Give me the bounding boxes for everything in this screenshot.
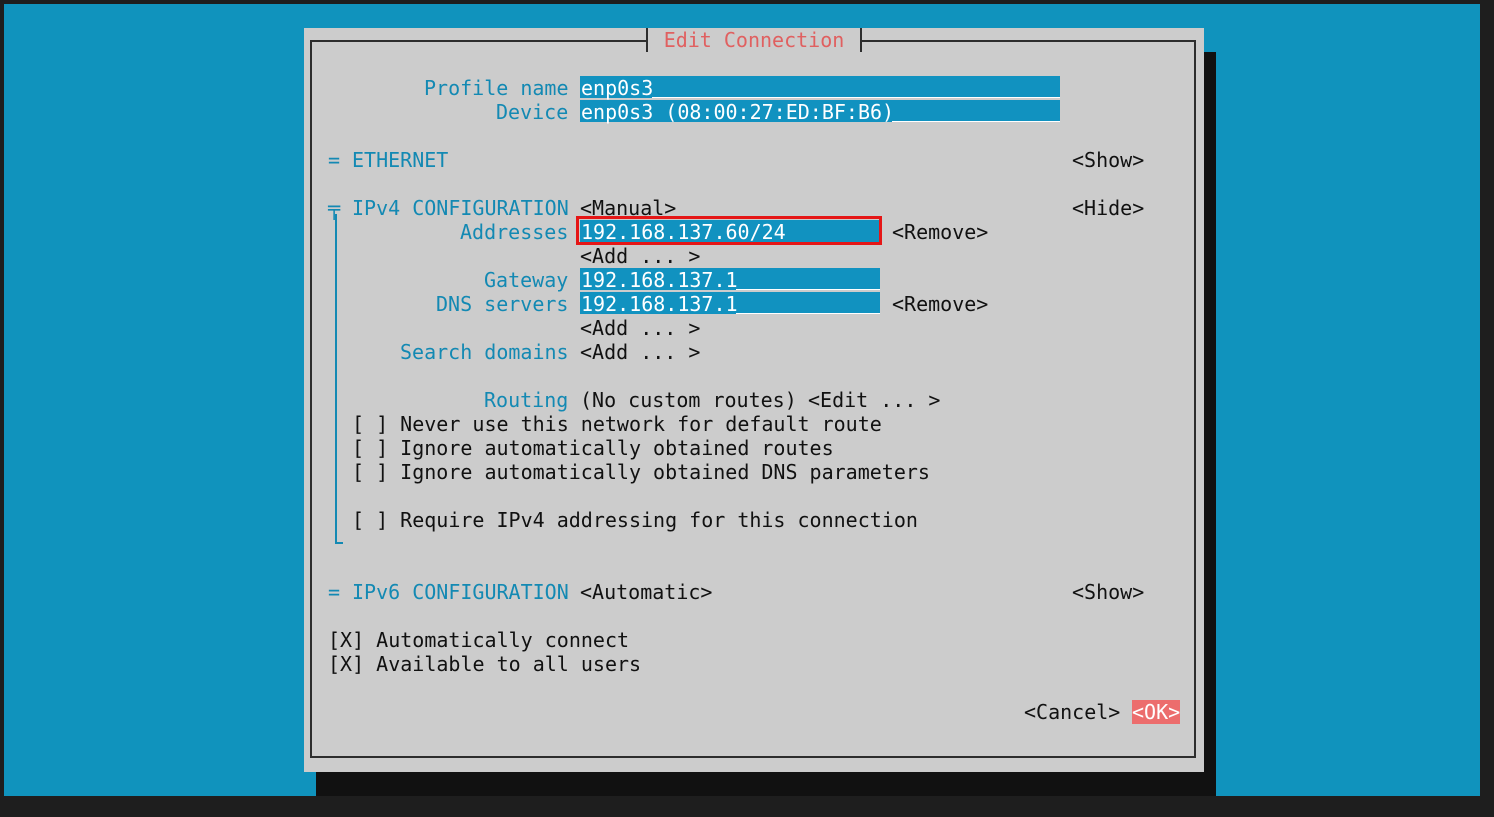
device-underline — [892, 121, 1060, 122]
gateway-input[interactable]: 192.168.137.1 — [580, 268, 880, 292]
all-users-checkbox[interactable]: [X] Available to all users — [328, 652, 641, 676]
ipv4-hide-button[interactable]: <Hide> — [1072, 196, 1144, 220]
device-input[interactable]: enp0s3 (08:00:27:ED:BF:B6) — [580, 100, 1060, 124]
gateway-underline — [736, 289, 880, 290]
ok-button[interactable]: <OK> — [1132, 700, 1180, 724]
routing-value: (No custom routes) — [580, 388, 797, 412]
device-label: Device — [496, 100, 569, 124]
routing-label: Routing — [484, 388, 569, 412]
ipv6-mode-button[interactable]: <Automatic> — [580, 580, 712, 604]
address-remove-button[interactable]: <Remove> — [892, 220, 988, 244]
ethernet-section-label: ETHERNET — [352, 148, 449, 172]
search-domains-label: Search domains — [400, 340, 569, 364]
profile-name-label: Profile name — [424, 76, 569, 100]
address-add-button[interactable]: <Add ... > — [580, 244, 700, 268]
profile-name-input[interactable]: enp0s3 — [580, 76, 1060, 100]
ipv6-section-label: IPv6 CONFIGURATION — [352, 580, 569, 604]
ignore-dns-checkbox[interactable]: [ ] Ignore automatically obtained DNS pa… — [352, 460, 930, 484]
dns-add-button[interactable]: <Add ... > — [580, 316, 700, 340]
dns-underline — [736, 313, 880, 314]
search-domains-add-button[interactable]: <Add ... > — [580, 340, 700, 364]
ethernet-show-button[interactable]: <Show> — [1072, 148, 1144, 172]
ignore-routes-checkbox[interactable]: [ ] Ignore automatically obtained routes — [352, 436, 834, 460]
ipv4-section-label: IPv4 CONFIGURATION — [352, 196, 569, 220]
dns-server-input[interactable]: 192.168.137.1 — [580, 292, 880, 316]
dialog-shadow-bottom — [316, 772, 1216, 796]
auto-connect-checkbox[interactable]: [X] Automatically connect — [328, 628, 629, 652]
dns-servers-label: DNS servers — [436, 292, 569, 316]
dialog-title: Edit Connection — [646, 28, 862, 52]
address-highlight-box — [576, 216, 882, 245]
ethernet-marker: = — [328, 148, 341, 172]
ipv6-marker: = — [328, 580, 341, 604]
dialog-shadow-right — [1204, 52, 1216, 796]
addresses-label: Addresses — [460, 220, 569, 244]
ipv4-section-line — [335, 214, 337, 544]
require-ipv4-checkbox[interactable]: [ ] Require IPv4 addressing for this con… — [352, 508, 918, 532]
routing-edit-button[interactable]: <Edit ... > — [808, 388, 940, 412]
ipv6-show-button[interactable]: <Show> — [1072, 580, 1144, 604]
dns-remove-button[interactable]: <Remove> — [892, 292, 988, 316]
profile-name-underline — [652, 97, 1060, 98]
never-default-route-checkbox[interactable]: [ ] Never use this network for default r… — [352, 412, 882, 436]
ipv4-section-line-end — [335, 542, 343, 544]
gateway-label: Gateway — [484, 268, 569, 292]
cancel-button[interactable]: <Cancel> — [1024, 700, 1120, 724]
